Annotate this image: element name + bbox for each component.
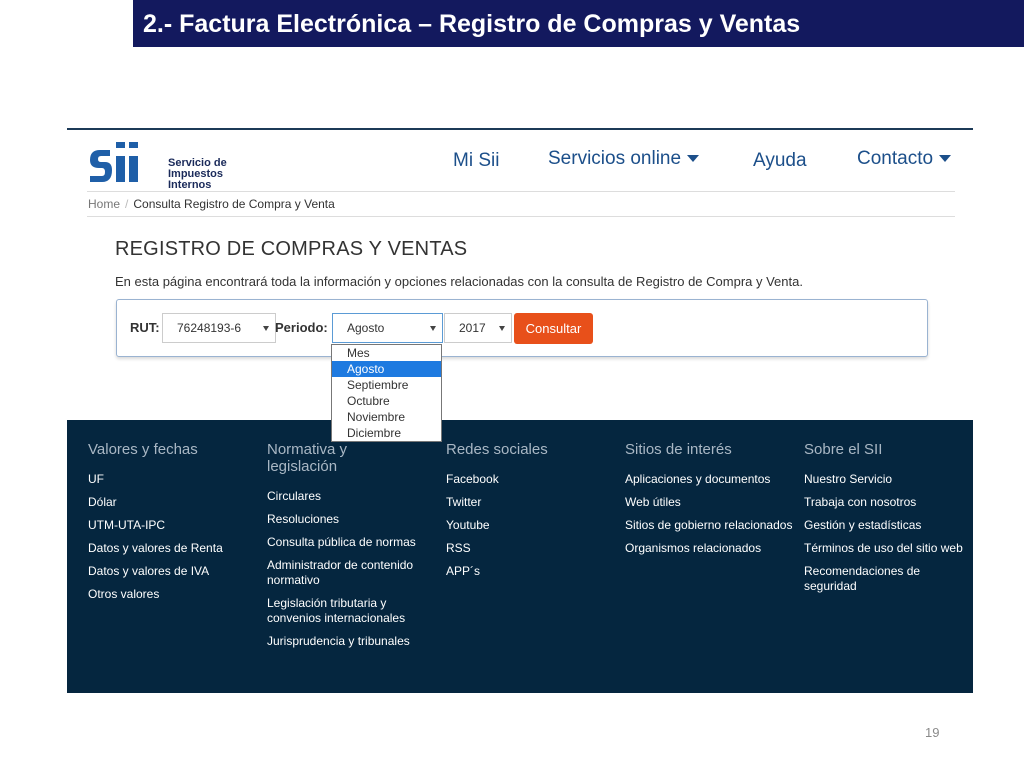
- month-option[interactable]: Octubre: [332, 393, 441, 409]
- month-option[interactable]: Agosto: [332, 361, 441, 377]
- month-option[interactable]: Diciembre: [332, 425, 441, 441]
- nav-mi-sii-label: Mi Sii: [453, 150, 500, 171]
- footer-link[interactable]: Circulares: [267, 489, 437, 504]
- footer-link[interactable]: UTM-UTA-IPC: [88, 518, 258, 533]
- footer-link[interactable]: RSS: [446, 541, 616, 556]
- logo-text: Servicio de Impuestos Internos: [168, 158, 227, 191]
- footer-link[interactable]: Datos y valores de IVA: [88, 564, 258, 579]
- slide-title: 2.- Factura Electrónica – Registro de Co…: [133, 0, 1024, 47]
- footer-link[interactable]: Facebook: [446, 472, 616, 487]
- breadcrumb-home[interactable]: Home: [88, 197, 120, 211]
- breadcrumb: Home / Consulta Registro de Compra y Venta: [88, 197, 335, 211]
- month-dropdown-list: Mes Agosto Septiembre Octubre Noviembre Dicie…: [331, 344, 442, 442]
- month-option[interactable]: Septiembre: [332, 377, 441, 393]
- footer-column-heading: Redes sociales: [446, 441, 548, 458]
- rut-value: 76248193-6: [177, 321, 242, 335]
- footer-column: Normativa y legislación Circulares Resoluc…: [267, 441, 437, 657]
- logo-line-3: Internos: [168, 179, 212, 191]
- year-value: 2017: [459, 321, 486, 335]
- footer-link[interactable]: Consulta pública de normas: [267, 535, 437, 550]
- footer-link[interactable]: Recomendaciones de seguridad: [804, 564, 974, 594]
- footer-link[interactable]: Jurisprudencia y tribunales: [267, 634, 437, 649]
- footer-link[interactable]: UF: [88, 472, 258, 487]
- footer-link[interactable]: Otros valores: [88, 587, 258, 602]
- dropdown-arrow-icon: [263, 326, 269, 331]
- footer-column-heading: Sitios de interés: [625, 441, 732, 458]
- year-select[interactable]: 2017: [444, 313, 512, 343]
- month-value: Agosto: [347, 321, 385, 335]
- intro-text: En esta página encontrará toda la inform…: [115, 274, 803, 289]
- footer-link[interactable]: Legislación tributaria y convenios inter…: [267, 596, 437, 626]
- footer-link[interactable]: Gestión y estadísticas: [804, 518, 974, 533]
- footer-link[interactable]: APP´s: [446, 564, 616, 579]
- consultar-button[interactable]: Consultar: [514, 313, 593, 344]
- footer-column-heading: Normativa y legislación: [267, 441, 348, 475]
- nav-contacto[interactable]: Contacto: [857, 148, 952, 170]
- footer-link[interactable]: Sitios de gobierno relacionados: [625, 518, 795, 533]
- footer-column-heading: Sobre el SII: [804, 441, 883, 458]
- footer-column: Valores y fechas UF Dólar UTM-UTA-IPC Datos …: [88, 441, 258, 610]
- footer-link[interactable]: Organismos relacionados: [625, 541, 795, 556]
- breadcrumb-separator: /: [125, 197, 129, 211]
- month-option[interactable]: Noviembre: [332, 409, 441, 425]
- chevron-down-icon: [939, 155, 952, 163]
- breadcrumb-current: Consulta Registro de Compra y Venta: [133, 197, 335, 211]
- footer-column-heading: Valores y fechas: [88, 441, 198, 458]
- footer-column: Redes sociales Facebook Twitter Youtube RSS A…: [446, 441, 616, 587]
- rut-select[interactable]: 76248193-6: [162, 313, 276, 343]
- sii-logo-icon: [90, 142, 138, 182]
- query-form: RUT: 76248193-6 Periodo: Agosto 2017 Con…: [116, 299, 928, 357]
- nav-ayuda[interactable]: Ayuda: [753, 150, 807, 172]
- footer-link[interactable]: Nuestro Servicio: [804, 472, 974, 487]
- nav-mi-sii[interactable]: Mi Sii: [453, 150, 499, 172]
- footer-link[interactable]: Términos de uso del sitio web: [804, 541, 974, 556]
- footer-link[interactable]: Resoluciones: [267, 512, 437, 527]
- nav-servicios-online[interactable]: Servicios online: [548, 148, 700, 170]
- chevron-down-icon: [687, 155, 700, 163]
- page-title: REGISTRO DE COMPRAS Y VENTAS: [115, 238, 468, 260]
- dropdown-arrow-icon: [499, 326, 505, 331]
- dropdown-arrow-icon: [430, 326, 436, 331]
- nav-ayuda-label: Ayuda: [753, 150, 807, 171]
- site-footer: Valores y fechas UF Dólar UTM-UTA-IPC Datos …: [67, 420, 973, 693]
- footer-column: Sitios de interés Aplicaciones y document…: [625, 441, 795, 564]
- page-number: 19: [925, 725, 940, 740]
- nav-contacto-label: Contacto: [857, 148, 934, 169]
- footer-link[interactable]: Web útiles: [625, 495, 795, 510]
- footer-link[interactable]: Dólar: [88, 495, 258, 510]
- month-select[interactable]: Agosto: [332, 313, 443, 343]
- sii-logo[interactable]: Servicio de Impuestos Internos: [88, 140, 228, 191]
- periodo-label: Periodo:: [275, 320, 328, 335]
- rut-label: RUT:: [130, 320, 160, 335]
- browser-screenshot: Servicio de Impuestos Internos Mi Sii Se…: [67, 128, 973, 693]
- nav-servicios-online-label: Servicios online: [548, 148, 682, 169]
- month-option[interactable]: Mes: [332, 345, 441, 361]
- footer-link[interactable]: Twitter: [446, 495, 616, 510]
- footer-link[interactable]: Administrador de contenido normativo: [267, 558, 437, 588]
- footer-column: Sobre el SII Nuestro Servicio Trabaja con …: [804, 441, 974, 602]
- footer-link[interactable]: Datos y valores de Renta: [88, 541, 258, 556]
- footer-link[interactable]: Aplicaciones y documentos: [625, 472, 795, 487]
- footer-link[interactable]: Youtube: [446, 518, 616, 533]
- breadcrumb-divider: [87, 216, 955, 217]
- footer-link[interactable]: Trabaja con nosotros: [804, 495, 974, 510]
- header-divider: [87, 191, 955, 192]
